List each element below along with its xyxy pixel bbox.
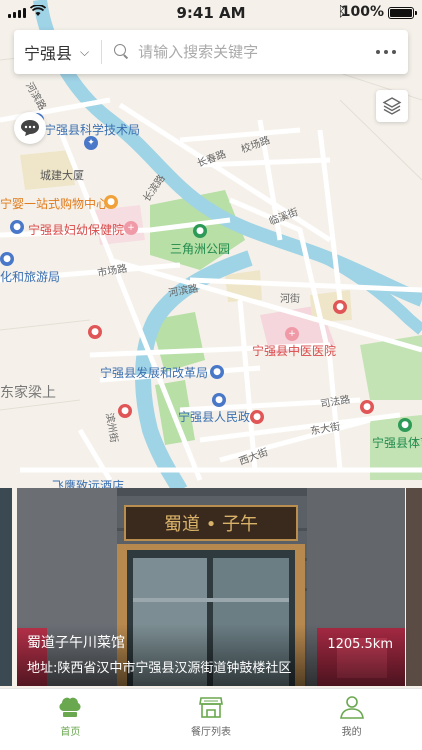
- poi-label-government[interactable]: 宁强县人民政: [178, 408, 250, 425]
- chat-bubble-icon: [21, 120, 39, 136]
- poi-marker[interactable]: ✦: [84, 136, 98, 150]
- hospital-marker[interactable]: +: [285, 327, 299, 341]
- poi-label-maternal[interactable]: 宁强县妇幼保健院: [28, 221, 124, 238]
- battery-percentage: 100%: [340, 4, 384, 20]
- poi-label-tcm[interactable]: 宁强县中医医院: [252, 342, 336, 359]
- dot-icon: [392, 50, 396, 54]
- road-label: 河街: [280, 294, 300, 305]
- battery-icon: [388, 7, 417, 19]
- restaurant-distance: 1205.5km: [327, 637, 393, 652]
- carousel-prev-card[interactable]: [0, 488, 12, 686]
- restaurant-carousel[interactable]: 蜀道 • 子午 蜀道子午川菜馆 1205.5km 地址:陕西省汉中市宁强县汉源街…: [0, 488, 422, 688]
- user-icon: [339, 696, 364, 719]
- tab-restaurant-list[interactable]: 餐厅列表: [141, 689, 282, 750]
- restaurant-address: 地址:陕西省汉中市宁强县汉源街道钟鼓楼社区: [27, 661, 292, 676]
- poi-marker[interactable]: ●: [212, 393, 226, 407]
- restaurant-marker[interactable]: ●: [250, 410, 264, 424]
- poi-marker[interactable]: ●: [210, 365, 224, 379]
- city-selector[interactable]: 宁强县 ⌵: [14, 30, 101, 74]
- poi-label-sanjiaozhou[interactable]: 三角洲公园: [170, 240, 230, 257]
- search-icon: [114, 44, 130, 60]
- restaurant-marker[interactable]: ●: [333, 300, 347, 314]
- tab-home-label: 首页: [60, 727, 81, 738]
- restaurant-marker[interactable]: ●: [118, 404, 132, 418]
- poi-marker[interactable]: ●: [0, 252, 14, 266]
- sports-marker[interactable]: ●: [398, 418, 412, 432]
- city-label: 宁强县: [24, 44, 73, 63]
- chevron-down-icon: ⌵: [80, 44, 90, 59]
- carousel-next-card[interactable]: [406, 488, 422, 686]
- chef-hat-icon: [59, 697, 81, 717]
- chat-button[interactable]: [14, 112, 46, 144]
- poi-label-sports[interactable]: 宁强县体育: [372, 434, 422, 451]
- divider: [101, 40, 103, 64]
- poi-label-chengjian[interactable]: 城建大厦: [40, 167, 84, 183]
- restaurant-marker[interactable]: ●: [360, 400, 374, 414]
- hospital-marker[interactable]: +: [124, 221, 138, 235]
- shop-sign-text: 蜀道 • 子午: [164, 514, 258, 535]
- poi-label-muying[interactable]: 宁婴一站式购物中心: [0, 195, 108, 212]
- poi-label-culture[interactable]: 化和旅游局: [0, 268, 60, 285]
- dot-icon: [376, 50, 380, 54]
- layers-button[interactable]: [376, 90, 408, 122]
- park-marker[interactable]: ●: [193, 224, 207, 238]
- poi-marker[interactable]: ●: [10, 220, 24, 234]
- poi-label-reform[interactable]: 宁强县发展和改革局: [100, 364, 208, 381]
- restaurant-name: 蜀道子午川菜馆: [27, 635, 125, 651]
- search-input[interactable]: [138, 43, 364, 61]
- tab-profile[interactable]: 我的: [281, 689, 422, 750]
- poi-marker[interactable]: ●: [104, 195, 118, 209]
- shop-icon: [199, 697, 223, 718]
- restaurant-marker[interactable]: ●: [88, 325, 102, 339]
- tab-bar: 首页 餐厅列表 我的: [0, 688, 422, 750]
- area-label: 东家梁上: [0, 385, 56, 401]
- tab-profile-label: 我的: [341, 727, 362, 738]
- restaurant-card[interactable]: 蜀道 • 子午 蜀道子午川菜馆 1205.5km 地址:陕西省汉中市宁强县汉源街…: [17, 488, 405, 686]
- status-bar: 9:41 AM ᛒ 100%: [0, 0, 422, 26]
- tab-home[interactable]: 首页: [0, 689, 141, 750]
- dot-icon: [384, 50, 388, 54]
- tab-restaurant-list-label: 餐厅列表: [191, 727, 231, 738]
- more-button[interactable]: [364, 30, 408, 74]
- search-bar: 宁强县 ⌵: [14, 30, 408, 74]
- layers-icon: [382, 97, 402, 115]
